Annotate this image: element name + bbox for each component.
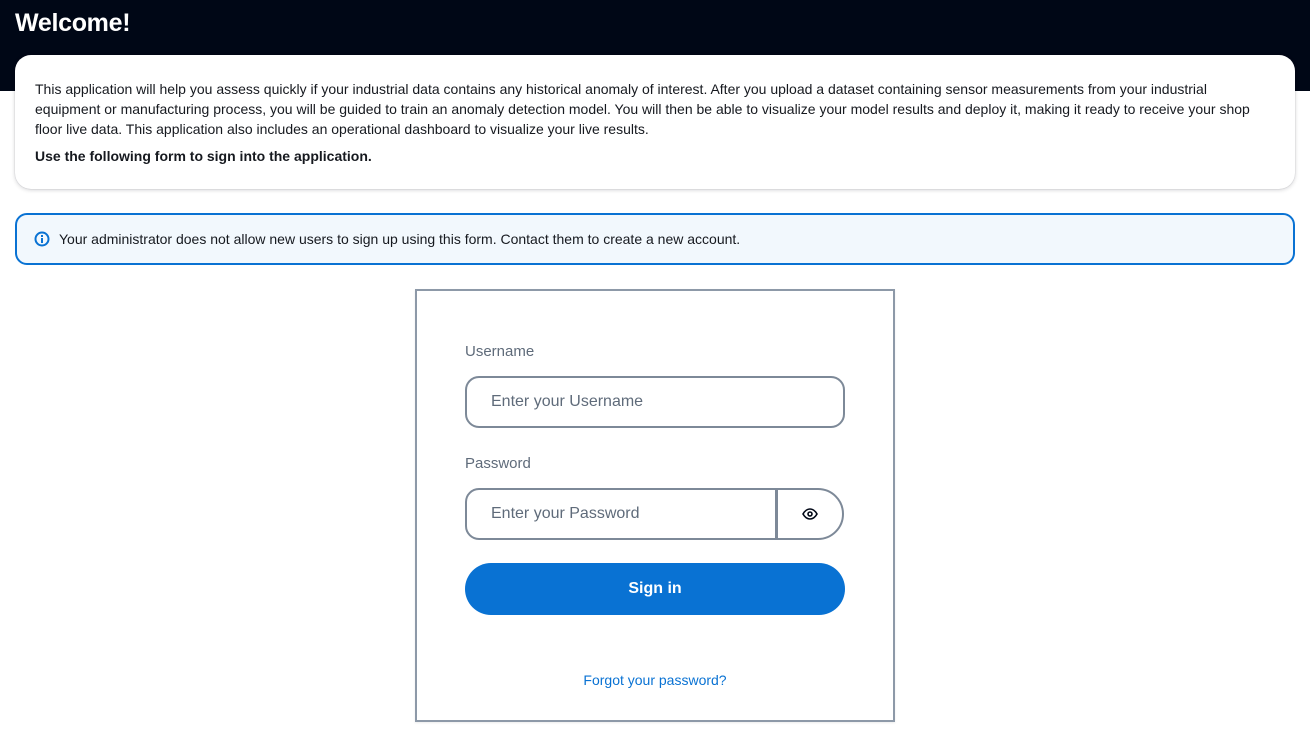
password-input[interactable] (465, 488, 777, 540)
show-password-button[interactable] (776, 488, 844, 540)
forgot-password-link[interactable]: Forgot your password? (417, 672, 893, 688)
intro-cta: Use the following form to sign into the … (35, 148, 372, 164)
password-field-group (465, 488, 845, 540)
sign-in-form: Username Password Sign in Forgot your pa… (415, 289, 895, 722)
info-alert: Your administrator does not allow new us… (15, 213, 1295, 265)
eye-icon (802, 506, 818, 522)
username-label: Username (465, 343, 535, 360)
intro-description: This application will help you assess qu… (35, 81, 1250, 137)
info-alert-text: Your administrator does not allow new us… (59, 231, 741, 247)
info-icon (34, 231, 50, 247)
intro-card: This application will help you assess qu… (15, 55, 1295, 189)
sign-in-button[interactable]: Sign in (465, 563, 845, 615)
password-label: Password (465, 455, 531, 472)
page-title: Welcome! (15, 9, 131, 37)
username-input[interactable] (465, 376, 845, 428)
